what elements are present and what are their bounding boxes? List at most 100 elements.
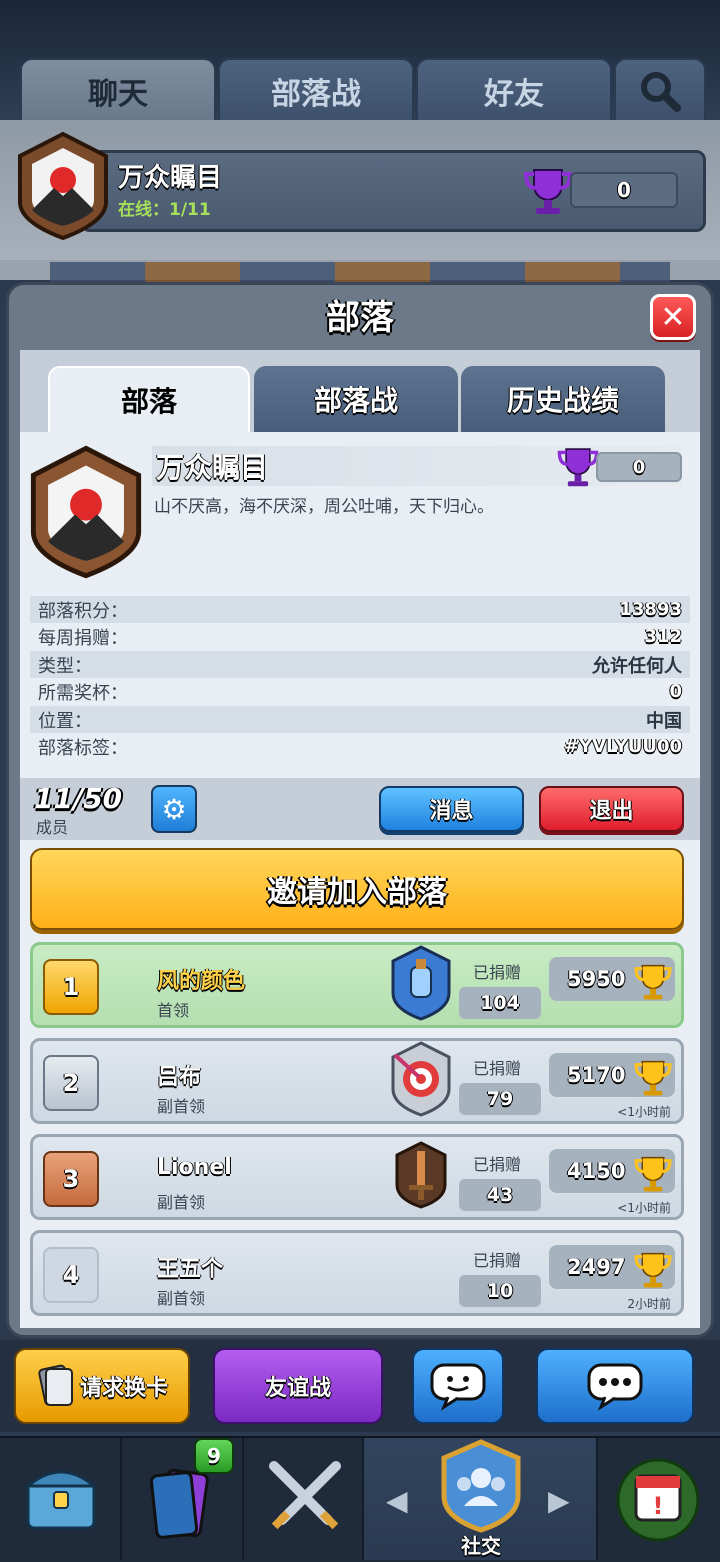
stat-row: 部落积分： 13893 xyxy=(30,596,690,623)
nav-events[interactable]: ! xyxy=(598,1438,720,1560)
modal-tab-history[interactable]: 历史战绩 xyxy=(461,366,665,432)
donated-value: 79 xyxy=(459,1083,541,1115)
modal-tab-clan[interactable]: 部落 xyxy=(48,366,250,432)
clan-badge-large-icon xyxy=(30,445,142,579)
member-role: 副首领 xyxy=(157,1289,206,1308)
top-clan-online: 在线：1/11 xyxy=(118,200,211,220)
stat-label: 位置： xyxy=(38,710,92,732)
stat-label: 类型： xyxy=(38,655,92,677)
top-clan-name: 万众瞩目 xyxy=(118,163,223,193)
stat-value: 允许任何人 xyxy=(592,655,682,677)
nav-battle[interactable] xyxy=(244,1438,364,1560)
donated-label: 已捐赠 xyxy=(473,1155,522,1174)
close-icon: ✕ xyxy=(660,299,686,335)
member-rank: 2 xyxy=(43,1055,99,1111)
modal-title: 部落 xyxy=(326,298,394,338)
member-name: Lionel xyxy=(157,1155,232,1180)
member-row[interactable]: 2 吕布 副首领 已捐赠 79 5170 <1小时前 xyxy=(30,1038,684,1124)
chest-icon xyxy=(23,1470,99,1530)
emote-chat-icon xyxy=(430,1363,486,1411)
cards-badge: 9 xyxy=(194,1438,234,1474)
donated-value: 104 xyxy=(459,987,541,1019)
donated-value: 10 xyxy=(459,1275,541,1307)
clan-trophy-icon xyxy=(557,448,599,487)
nav-social[interactable]: ◀ ▶ 社交 xyxy=(364,1438,598,1560)
modal-tab-clan-label: 部落 xyxy=(120,385,177,418)
modal-tab-clan-war-label: 部落战 xyxy=(313,384,398,417)
card-icon xyxy=(38,1364,73,1406)
invite-button[interactable]: 邀请加入部落 xyxy=(30,848,684,930)
message-button-label: 消息 xyxy=(429,799,474,824)
stat-value: #YVLYUU00 xyxy=(563,736,682,757)
member-role: 首领 xyxy=(157,1001,190,1020)
members-count: 11/50 xyxy=(34,782,123,815)
tab-friends[interactable]: 好友 xyxy=(416,58,612,124)
clan-badge-icon xyxy=(18,131,108,241)
leave-button[interactable]: 退出 xyxy=(539,786,684,832)
last-seen: <1小时前 xyxy=(617,1201,671,1215)
search-button[interactable] xyxy=(614,58,706,124)
request-cards-label: 请求换卡 xyxy=(79,1376,168,1401)
close-button[interactable]: ✕ xyxy=(650,294,696,340)
emote-button[interactable] xyxy=(412,1348,504,1424)
stat-row: 所需奖杯： 0 xyxy=(30,678,690,705)
clan-trophies: 0 xyxy=(596,452,682,482)
crossed-swords-icon xyxy=(269,1461,341,1530)
leave-button-label: 退出 xyxy=(589,799,634,824)
nav-social-label: 社交 xyxy=(461,1534,501,1558)
nav-cards[interactable]: 9 xyxy=(122,1438,244,1560)
modal-tab-clan-war[interactable]: 部落战 xyxy=(254,366,458,432)
member-rank: 4 xyxy=(43,1247,99,1303)
donated-label: 已捐赠 xyxy=(473,963,522,982)
background-cards-strip xyxy=(50,262,670,282)
arena-badge-icon xyxy=(391,945,451,1021)
arena-badge-icon xyxy=(395,1141,447,1209)
tab-clan-war[interactable]: 部落战 xyxy=(218,58,414,124)
modal-tab-history-label: 历史战绩 xyxy=(506,384,619,417)
donated-label: 已捐赠 xyxy=(473,1059,522,1078)
tab-clan-war-label: 部落战 xyxy=(271,77,361,112)
stat-value: 13893 xyxy=(619,599,682,620)
chat-bubble-icon xyxy=(587,1363,643,1411)
donated-label: 已捐赠 xyxy=(473,1251,522,1270)
message-button[interactable]: 消息 xyxy=(379,786,524,832)
arena-badge-icon xyxy=(391,1041,451,1117)
stat-value: 312 xyxy=(644,626,682,647)
member-role: 副首领 xyxy=(157,1193,206,1212)
nav-shop[interactable] xyxy=(0,1438,122,1560)
donated-value: 43 xyxy=(459,1179,541,1211)
member-name: 吕布 xyxy=(157,1065,202,1090)
stat-label: 部落积分： xyxy=(38,600,128,622)
tab-chat-label: 聊天 xyxy=(88,77,148,112)
top-trophy-icon xyxy=(523,169,573,214)
members-label: 成员 xyxy=(36,818,69,837)
stat-label: 所需奖杯： xyxy=(38,682,128,704)
member-name: 王五个 xyxy=(157,1257,224,1282)
svg-text:!: ! xyxy=(653,1492,664,1520)
settings-button[interactable]: ⚙ xyxy=(151,785,197,833)
search-icon xyxy=(641,72,681,112)
request-cards-button[interactable]: 请求换卡 xyxy=(14,1348,190,1424)
chevron-left-icon[interactable]: ◀ xyxy=(386,1484,408,1517)
trophy-icon xyxy=(634,964,672,1000)
cards-deck-icon xyxy=(149,1468,209,1539)
chat-button[interactable] xyxy=(536,1348,694,1424)
member-row[interactable]: 4 王五个 副首领 已捐赠 10 2497 2小时前 xyxy=(30,1230,684,1316)
member-row[interactable]: 1 风的颜色 首领 已捐赠 104 5950 xyxy=(30,942,684,1028)
invite-button-label: 邀请加入部落 xyxy=(267,875,447,910)
stat-value: 0 xyxy=(669,681,682,702)
stat-row: 部落标签： #YVLYUU00 xyxy=(30,733,690,760)
trophy-icon xyxy=(634,1060,672,1096)
last-seen: <1小时前 xyxy=(617,1105,671,1119)
member-row[interactable]: 3 Lionel 副首领 已捐赠 43 4150 <1小时前 xyxy=(30,1134,684,1220)
tab-chat[interactable]: 聊天 xyxy=(20,58,216,124)
tab-friends-label: 好友 xyxy=(484,77,544,112)
stat-row: 类型： 允许任何人 xyxy=(30,651,690,678)
stat-row: 每周捐赠： 312 xyxy=(30,623,690,650)
friendly-battle-button[interactable]: 友谊战 xyxy=(213,1348,383,1424)
stat-label: 部落标签： xyxy=(38,737,128,759)
member-role: 副首领 xyxy=(157,1097,206,1116)
clan-description: 山不厌高，海不厌深，周公吐哺，天下归心。 xyxy=(154,497,494,517)
chevron-right-icon[interactable]: ▶ xyxy=(548,1484,570,1517)
trophy-icon xyxy=(634,1252,672,1288)
